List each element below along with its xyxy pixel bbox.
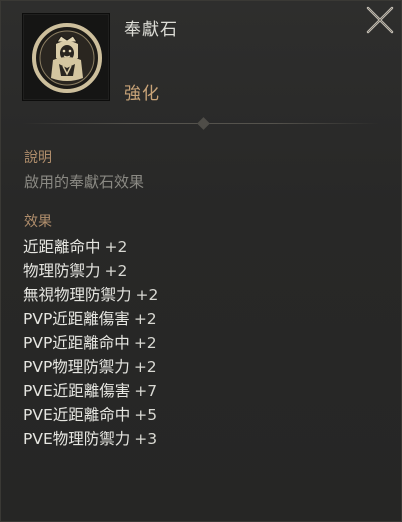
description-text: 啟用的奉獻石效果 bbox=[24, 173, 145, 191]
item-grade: 強化 bbox=[124, 84, 160, 104]
effect-value: +2 bbox=[133, 310, 157, 328]
item-icon-frame bbox=[22, 13, 110, 101]
effect-item: PVP近距離命中 +2 bbox=[23, 331, 158, 355]
effect-label: 無視物理防禦力 bbox=[23, 286, 132, 304]
effect-item: PVE近距離命中 +5 bbox=[23, 403, 158, 427]
item-name: 奉獻石 bbox=[124, 20, 178, 40]
effect-value: +2 bbox=[104, 262, 128, 280]
effect-item: PVE近距離傷害 +7 bbox=[23, 379, 158, 403]
effect-value: +2 bbox=[133, 334, 157, 352]
close-icon bbox=[366, 6, 394, 34]
effects-title: 效果 bbox=[24, 214, 52, 230]
effect-label: 近距離命中 bbox=[23, 238, 101, 256]
effect-item: 近距離命中 +2 bbox=[23, 235, 158, 259]
effect-value: +3 bbox=[134, 430, 158, 448]
effect-label: PVE近距離命中 bbox=[23, 406, 131, 424]
effect-label: PVP近距離命中 bbox=[23, 334, 130, 352]
description-title: 說明 bbox=[24, 150, 52, 166]
effect-label: PVE近距離傷害 bbox=[23, 382, 131, 400]
effect-item: PVE物理防禦力 +3 bbox=[23, 427, 158, 451]
effect-item: PVP物理防禦力 +2 bbox=[23, 355, 158, 379]
effect-label: 物理防禦力 bbox=[23, 262, 101, 280]
effect-item: 物理防禦力 +2 bbox=[23, 259, 158, 283]
effect-label: PVP物理防禦力 bbox=[23, 358, 130, 376]
effect-value: +7 bbox=[134, 382, 158, 400]
close-button[interactable] bbox=[363, 3, 397, 37]
effect-item: PVP近距離傷害 +2 bbox=[23, 307, 158, 331]
effects-list: 近距離命中 +2 物理防禦力 +2 無視物理防禦力 +2 PVP近距離傷害 +2 PVP… bbox=[23, 235, 158, 451]
effect-value: +2 bbox=[104, 238, 128, 256]
effect-value: +5 bbox=[134, 406, 158, 424]
item-tooltip-panel: 奉獻石 強化 說明 啟用的奉獻石效果 效果 近距離命中 +2 物理防禦力 +2 無視… bbox=[0, 0, 402, 522]
effect-value: +2 bbox=[133, 358, 157, 376]
effect-label: PVP近距離傷害 bbox=[23, 310, 130, 328]
effect-value: +2 bbox=[135, 286, 159, 304]
divider-ornament bbox=[197, 117, 210, 130]
effect-item: 無視物理防禦力 +2 bbox=[23, 283, 158, 307]
effect-label: PVE物理防禦力 bbox=[23, 430, 131, 448]
saint-shield-emblem-icon bbox=[32, 23, 102, 93]
